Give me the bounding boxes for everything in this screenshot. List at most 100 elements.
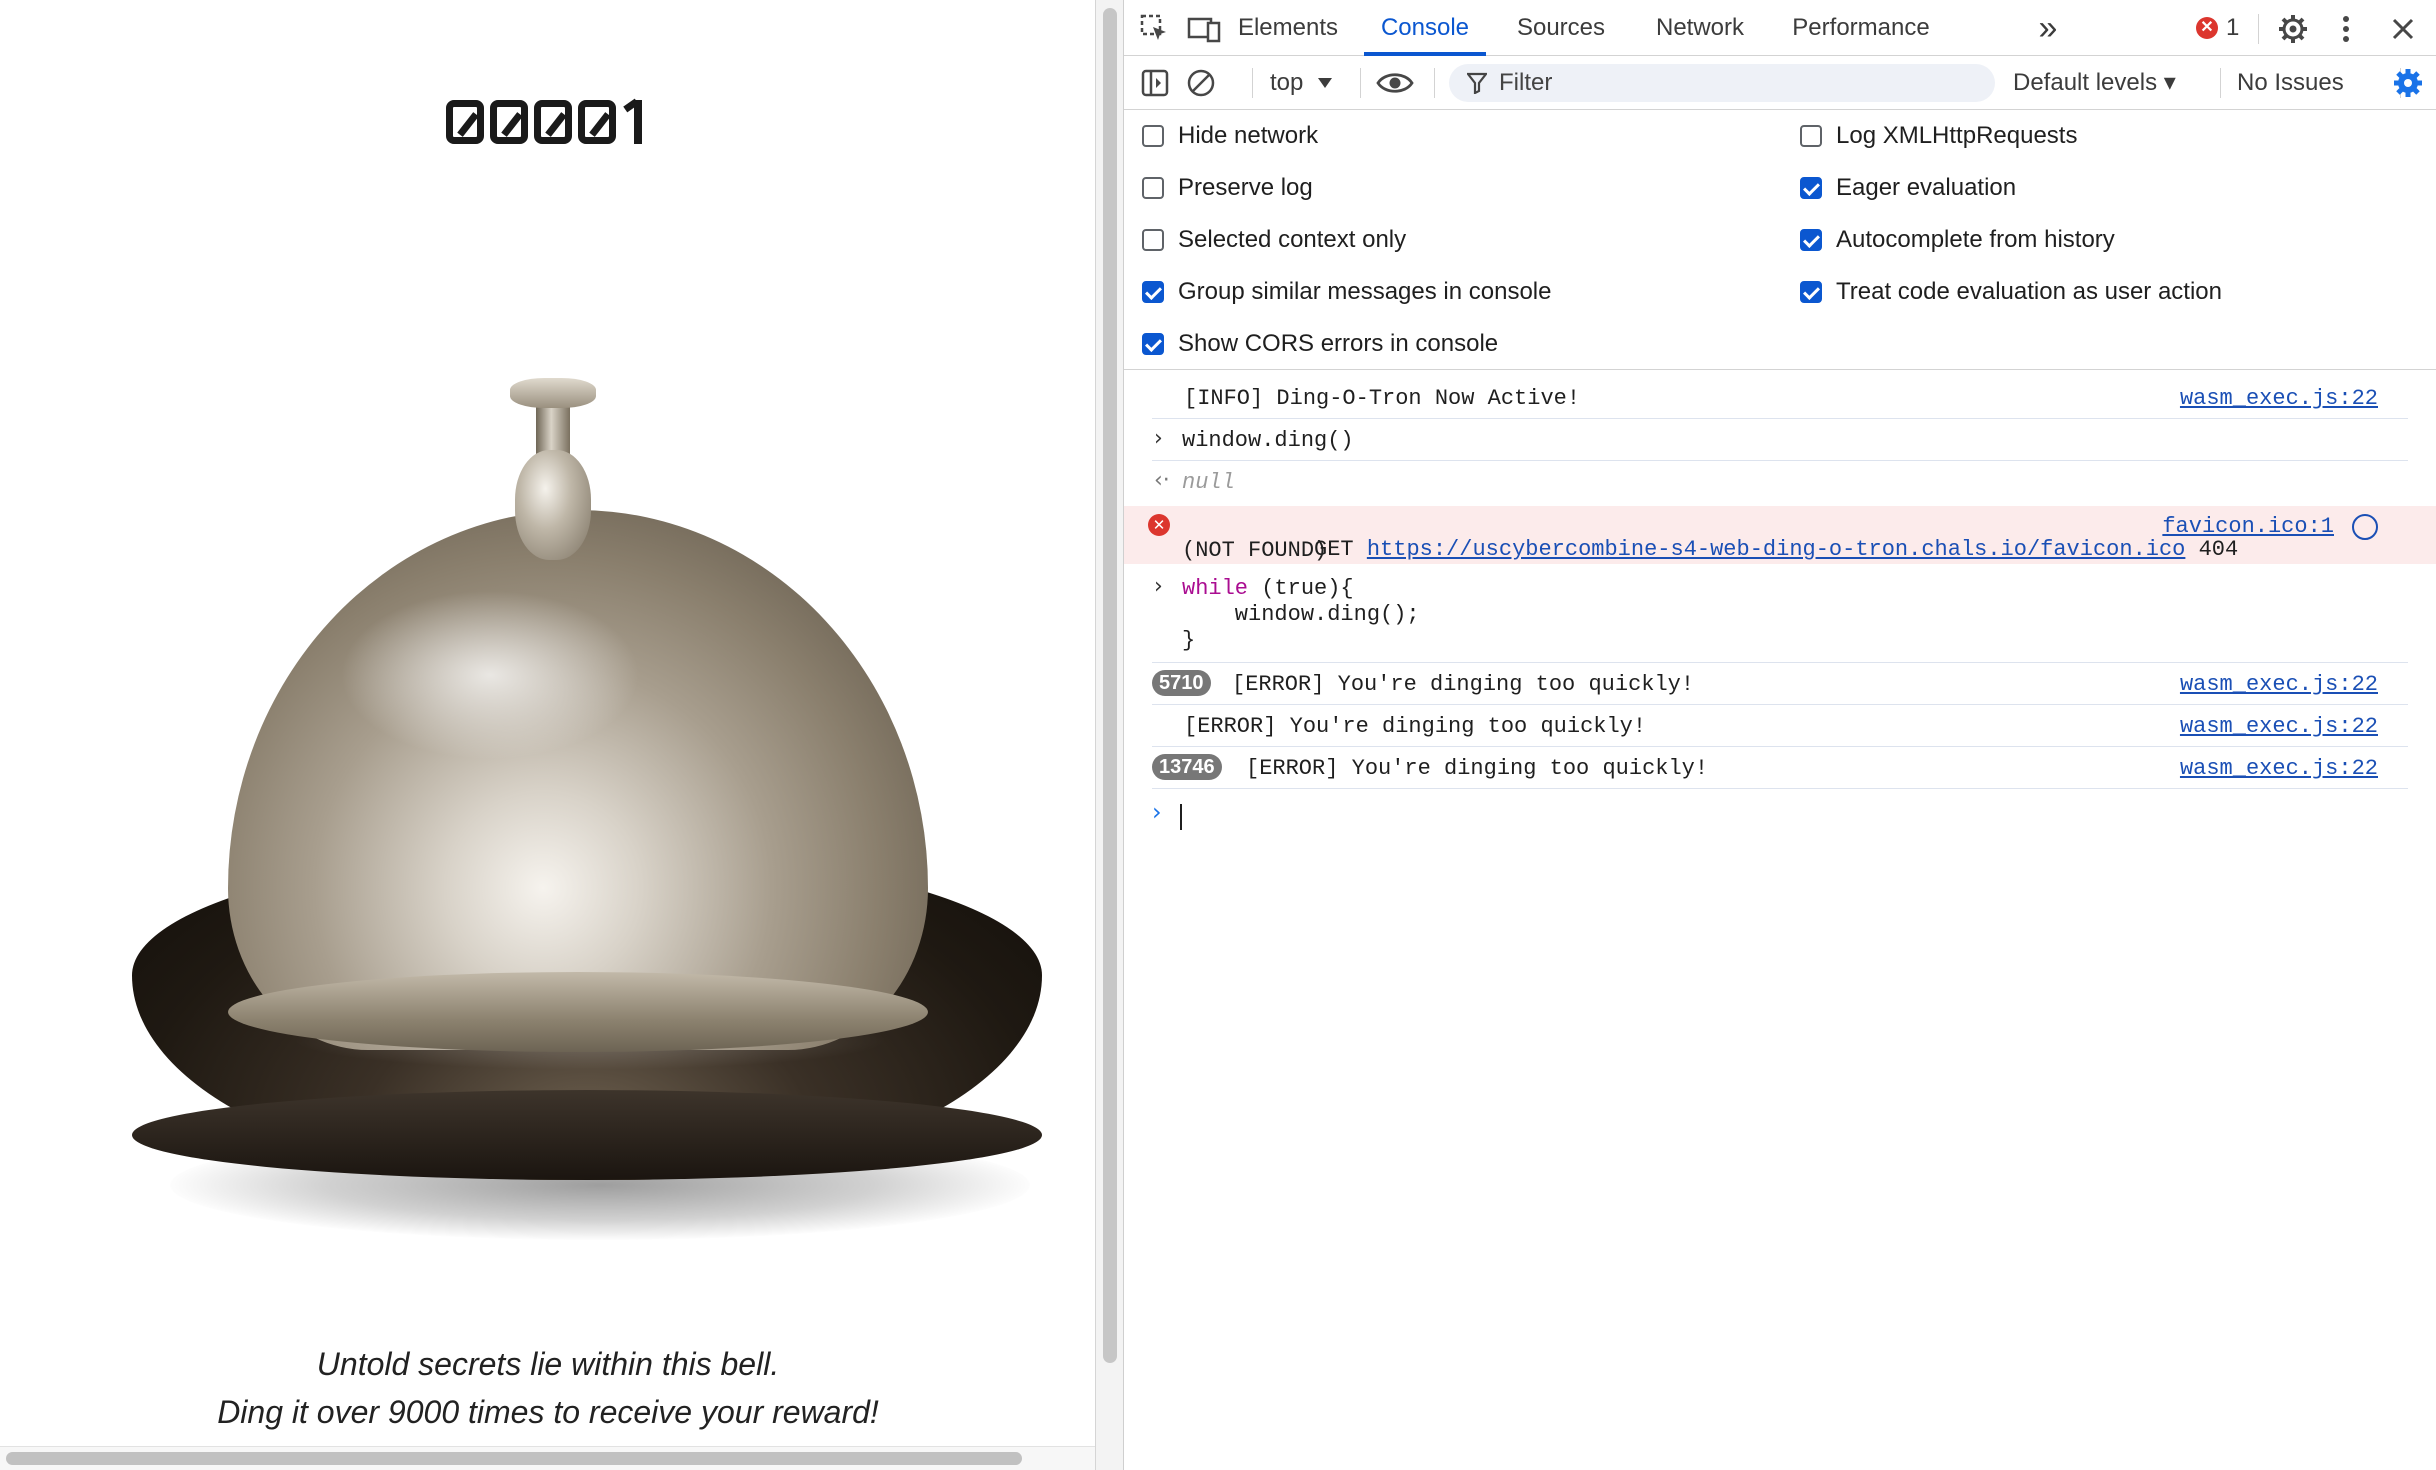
source-link[interactable]: wasm_exec.js:22 (2180, 714, 2378, 739)
context-value: top (1270, 69, 1304, 96)
message-text: [ERROR] You're dinging too quickly! (1246, 756, 1709, 781)
web-page: 00001 Untold secrets lie within this bel… (0, 0, 1096, 1470)
issues-indicator[interactable]: No Issues (2237, 66, 2344, 100)
checkbox-group-similar[interactable] (1142, 281, 1164, 303)
context-select[interactable]: top (1270, 66, 1333, 100)
checkbox-treat-eval-as-user-action[interactable] (1800, 281, 1822, 303)
more-options-icon[interactable] (2334, 12, 2358, 46)
keyword-while: while (1182, 576, 1249, 601)
message-separator (1152, 460, 2408, 461)
live-expression-eye-icon[interactable] (1374, 66, 1416, 100)
option-label: Group similar messages in console (1178, 278, 1552, 305)
error-x-icon: ✕ (1148, 514, 1170, 536)
device-toolbar-icon[interactable] (1186, 12, 1222, 44)
text-caret (1180, 804, 1182, 830)
tab-elements[interactable]: Elements (1220, 0, 1356, 56)
source-link[interactable]: favicon.ico:1 (2162, 514, 2334, 539)
http-status: 404 (2185, 537, 2239, 562)
toolbar-separator (1360, 68, 1361, 98)
console-settings-pane: Hide network Preserve log Selected conte… (1124, 110, 2436, 370)
message-text: [ERROR] You're dinging too quickly! (1232, 672, 1695, 697)
prompt-chevron-icon: › (1152, 798, 1162, 826)
error-url-link[interactable]: https://uscybercombine-s4-web-ding-o-tro… (1367, 537, 2186, 562)
log-levels-dropdown[interactable]: Default levels ▾ (2013, 66, 2176, 100)
option-hide-network[interactable]: Hide network (1142, 119, 1318, 153)
counter-digit (622, 100, 650, 144)
sidebar-toggle-icon[interactable] (1138, 66, 1172, 100)
bell-dome-highlight (340, 590, 640, 760)
option-group-similar[interactable]: Group similar messages in console (1142, 275, 1552, 309)
toolbar-separator (1434, 68, 1435, 98)
more-tabs-icon[interactable]: » (2030, 0, 2066, 56)
error-circle-icon: ✕ (2196, 17, 2218, 39)
error-counter[interactable]: ✕ 1 (2196, 14, 2239, 42)
console-error-network: ✕ GET https://uscybercombine-s4-web-ding… (1124, 506, 2436, 564)
input-code-line-2: window.ding(); (1182, 602, 1420, 627)
chevron-down-icon (1318, 78, 1333, 88)
toolbar-separator (2220, 68, 2221, 98)
option-label: Show CORS errors in console (1178, 330, 1499, 357)
option-label: Treat code evaluation as user action (1836, 278, 2223, 305)
checkbox-hide-network[interactable] (1142, 125, 1164, 147)
console-settings-gear-icon[interactable] (2390, 66, 2426, 100)
checkbox-autocomplete-history[interactable] (1800, 229, 1822, 251)
caption-line-1: Untold secrets lie within this bell. (316, 1346, 780, 1382)
option-show-cors-errors[interactable]: Show CORS errors in console (1142, 327, 1498, 361)
vertical-scrollbar[interactable] (1096, 0, 1124, 1470)
option-selected-context-only[interactable]: Selected context only (1142, 223, 1406, 257)
option-preserve-log[interactable]: Preserve log (1142, 171, 1313, 205)
message-separator (1152, 746, 2408, 747)
option-label: Hide network (1178, 122, 1319, 149)
console-message-info: [INFO] Ding-O-Tron Now Active! wasm_exec… (1124, 382, 2436, 412)
network-panel-icon[interactable] (2352, 514, 2378, 540)
input-text: window.ding() (1182, 428, 1354, 453)
toolbar-separator (1252, 68, 1253, 98)
checkbox-eager-evaluation[interactable] (1800, 177, 1822, 199)
repeat-count-badge: 5710 (1152, 670, 1211, 696)
tab-console[interactable]: Console (1364, 0, 1486, 56)
bell-plunger-cap (510, 378, 596, 408)
source-link[interactable]: wasm_exec.js:22 (2180, 386, 2378, 411)
checkbox-selected-context-only[interactable] (1142, 229, 1164, 251)
counter-digit (446, 100, 484, 144)
bell-base-rim (132, 1090, 1042, 1180)
filter-placeholder: Filter (1499, 69, 1553, 96)
input-chevron-icon: › (1154, 426, 1163, 451)
source-link[interactable]: wasm_exec.js:22 (2180, 756, 2378, 781)
option-autocomplete-history[interactable]: Autocomplete from history (1800, 223, 2115, 257)
settings-gear-icon[interactable] (2276, 12, 2310, 46)
option-eager-evaluation[interactable]: Eager evaluation (1800, 171, 2016, 205)
option-treat-eval-as-user-action[interactable]: Treat code evaluation as user action (1800, 275, 2222, 309)
message-separator (1152, 418, 2408, 419)
message-separator (1152, 788, 2408, 789)
horizontal-scrollbar-thumb[interactable] (6, 1452, 1022, 1465)
service-bell-image[interactable] (110, 360, 1060, 1240)
vertical-scrollbar-thumb[interactable] (1103, 8, 1117, 1363)
page-caption: Untold secrets lie within this bell. Din… (0, 1340, 1095, 1436)
option-label: Log XMLHttpRequests (1836, 122, 2078, 149)
source-link[interactable]: wasm_exec.js:22 (2180, 672, 2378, 697)
result-text: null (1182, 470, 1235, 495)
horizontal-scrollbar[interactable] (0, 1446, 1095, 1470)
error-count: 1 (2226, 14, 2240, 41)
option-log-xmlhttprequests[interactable]: Log XMLHttpRequests (1800, 119, 2077, 153)
checkbox-log-xmlhttprequests[interactable] (1800, 125, 1822, 147)
repeat-count-badge: 13746 (1152, 754, 1222, 780)
http-status-text: (NOT FOUND) (1182, 538, 1328, 563)
bell-plunger-ball (515, 450, 591, 560)
tab-network[interactable]: Network (1638, 0, 1762, 56)
option-label: Preserve log (1178, 174, 1313, 201)
tab-sources[interactable]: Sources (1500, 0, 1622, 56)
code-text: (true){ (1248, 576, 1354, 601)
console-prompt[interactable]: › (1124, 792, 2436, 836)
console-toolbar: top Filter Default levels ▾ No Issues (1124, 56, 2436, 110)
clear-console-icon[interactable] (1184, 66, 1218, 100)
close-devtools-icon[interactable] (2386, 12, 2420, 46)
filter-input[interactable]: Filter (1449, 64, 1995, 102)
inspect-element-icon[interactable] (1138, 12, 1170, 44)
tab-performance[interactable]: Performance (1778, 0, 1944, 56)
checkbox-preserve-log[interactable] (1142, 177, 1164, 199)
message-text: [INFO] Ding-O-Tron Now Active! (1184, 386, 1581, 411)
checkbox-show-cors-errors[interactable] (1142, 333, 1164, 355)
bell-dome-lip (228, 972, 928, 1052)
